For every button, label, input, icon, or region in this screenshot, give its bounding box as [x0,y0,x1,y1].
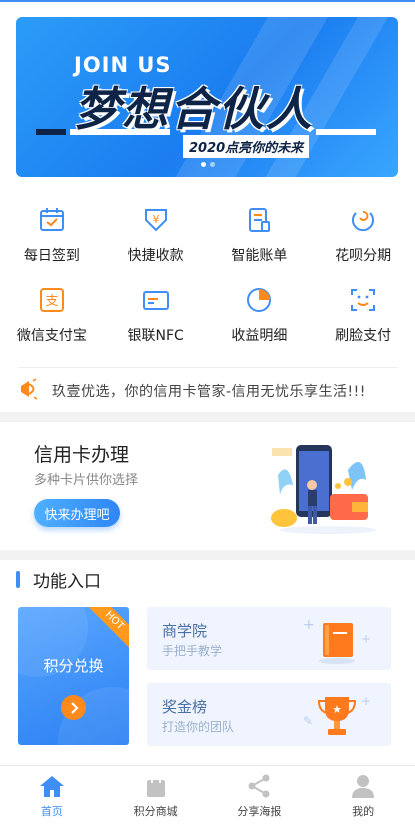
grid-item-quick-receive[interactable]: ¥ 快捷收款 [104,205,208,285]
svg-text:+: + [361,694,371,708]
svg-text:+: + [303,617,315,633]
hot-badge: HOT [83,607,129,652]
top-accent-line [0,0,415,2]
tab-points-mall[interactable]: 积分商城 [104,766,208,826]
tab-label: 分享海报 [237,805,282,818]
section-divider [0,550,415,560]
feature-grid: 每日签到 ¥ 快捷收款 智能账单 花呗分期 支 微信支付宝 银联NFC 收益明细… [0,205,415,365]
grid-item-smart-bill[interactable]: 智能账单 [208,205,312,285]
business-school-tile[interactable]: 商学院 手把手教学 + + [147,607,391,670]
trophy-icon: ✎ + ★ [303,691,373,741]
business-school-label: 商学院 [162,622,208,640]
points-exchange-label: 积分兑换 [43,657,104,675]
notice-text: 玖壹优选，你的信用卡管家-信用无忧乐享生活!!! [52,383,366,400]
svg-text:✎: ✎ [303,714,313,728]
grid-item-label: 花呗分期 [335,248,392,264]
tab-label: 积分商城 [133,805,178,818]
tab-label: 首页 [40,805,63,818]
tab-mine[interactable]: 我的 [311,766,415,826]
face-scan-icon [348,285,378,315]
pie-chart-icon [244,285,274,315]
function-entry-title: 功能入口 [33,571,101,592]
arrow-right-icon[interactable] [61,695,86,720]
banner-deco-bar [316,129,376,135]
grid-item-daily-checkin[interactable]: 每日签到 [0,205,104,285]
grid-item-label: 微信支付宝 [16,328,87,344]
calendar-check-icon [37,205,67,235]
installment-icon [348,205,378,235]
title-accent-bar [16,570,20,588]
svg-text:¥: ¥ [152,213,159,226]
grid-item-label: 收益明细 [231,328,288,344]
points-exchange-tile[interactable]: HOT 积分兑换 [18,607,129,745]
megaphone-icon [18,377,42,404]
carousel-dots[interactable] [201,162,215,167]
banner-slogan: 2020点亮你的未来 [183,135,310,158]
alipay-icon: 支 [37,285,67,315]
tab-share-poster[interactable]: 分享海报 [208,766,312,826]
banner-deco-bar [36,129,66,135]
share-icon [246,773,272,799]
grid-item-label: 每日签到 [23,248,80,264]
grid-item-earnings-detail[interactable]: 收益明细 [208,285,312,365]
bonus-ranking-label: 奖金榜 [162,698,208,716]
credit-card-section: 信用卡办理 多种卡片供你选择 快来办理吧 [0,422,415,550]
grid-item-label: 银联NFC [127,328,184,344]
bonus-ranking-tile[interactable]: 奖金榜 打造你的团队 ✎ + ★ [147,683,391,746]
svg-text:+: + [361,632,371,646]
banner-title: 梦想合伙人 [74,82,314,136]
grid-item-installment[interactable]: 花呗分期 [311,205,415,285]
home-icon [39,773,65,799]
bill-icon [244,205,274,235]
function-entry-header: 功能入口 [16,568,101,592]
credit-card-subtitle: 多种卡片供你选择 [34,473,139,488]
shopping-bag-icon [143,773,169,799]
grid-item-label: 智能账单 [231,248,288,264]
apply-card-button[interactable]: 快来办理吧 [34,499,120,527]
promo-banner[interactable]: JOIN US 梦想合伙人 2020点亮你的未来 [16,17,398,177]
carousel-dot-active[interactable] [201,162,206,167]
bonus-ranking-desc: 打造你的团队 [162,720,235,734]
business-school-desc: 手把手教学 [162,644,223,658]
section-divider [0,412,415,422]
notice-bar[interactable]: 玖壹优选，你的信用卡管家-信用无忧乐享生活!!! [18,367,398,413]
grid-item-unionpay-nfc[interactable]: 银联NFC [104,285,208,365]
carousel-dot[interactable] [210,162,215,167]
book-icon: + + [303,615,373,665]
grid-item-label: 刷脸支付 [335,328,392,344]
tab-home[interactable]: 首页 [0,766,104,826]
svg-text:★: ★ [332,703,342,716]
credit-card-title: 信用卡办理 [34,444,130,466]
grid-item-label: 快捷收款 [127,248,184,264]
unionpay-card-icon [141,285,171,315]
app-page: JOIN US 梦想合伙人 2020点亮你的未来 每日签到 ¥ 快捷收款 智能账… [0,0,415,826]
user-icon [350,773,376,799]
yen-receive-icon: ¥ [141,205,171,235]
bottom-tab-bar: 首页 积分商城 分享海报 我的 [0,765,415,826]
grid-item-face-pay[interactable]: 刷脸支付 [311,285,415,365]
svg-text:支: 支 [45,294,58,309]
phone-wallet-illustration [268,440,378,539]
grid-item-wechat-alipay[interactable]: 支 微信支付宝 [0,285,104,365]
tab-label: 我的 [352,805,375,818]
